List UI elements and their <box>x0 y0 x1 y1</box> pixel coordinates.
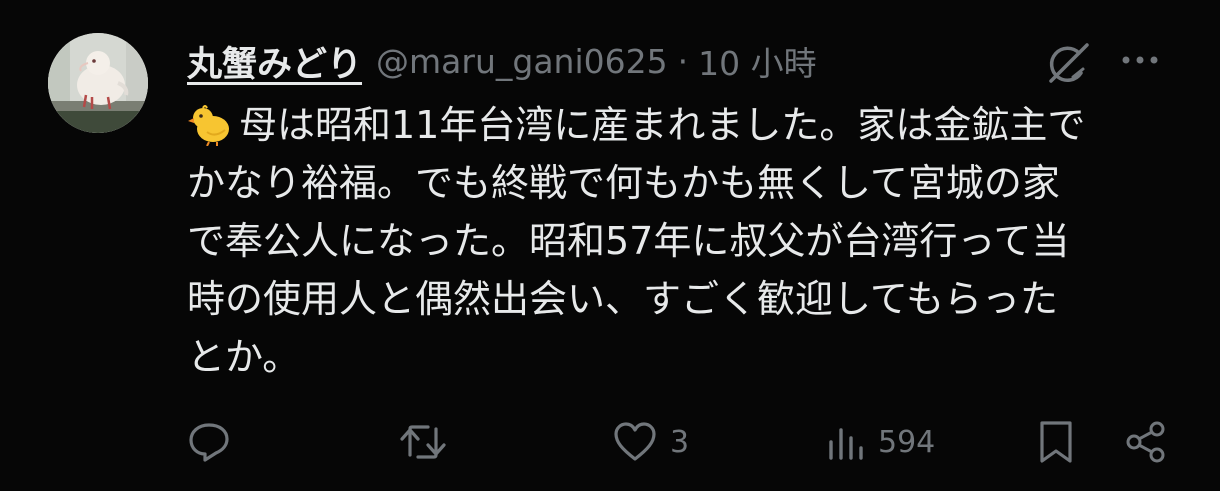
tweet-text-line-4: 時の使用人と偶然出会い、すごく歓迎してもらった <box>187 277 1058 321</box>
tweet-header: 丸蟹みどり @maru_gani0625 · 10 小時 <box>187 34 817 88</box>
chick-emoji-icon <box>188 105 229 146</box>
tweet-text-line-1: 母は昭和11年台湾に産まれました。家は金鉱主で <box>239 103 1086 147</box>
views-icon <box>829 428 863 460</box>
display-name[interactable]: 丸蟹みどり <box>187 36 362 87</box>
repost-icon <box>400 425 446 459</box>
more-dots-icon <box>1122 56 1158 64</box>
tweet-text-line: 母は昭和11年台湾に産まれました。家は金鉱主で <box>187 96 1177 154</box>
tweet-text: 母は昭和11年台湾に産まれました。家は金鉱主で かなり裕福。でも終戦で何もかも無… <box>187 96 1177 386</box>
avatar-bird-image <box>48 33 148 133</box>
user-handle[interactable]: @maru_gani0625 <box>376 42 668 81</box>
like-count: 3 <box>670 424 690 460</box>
timestamp[interactable]: 10 小時 <box>698 37 816 85</box>
repost-button[interactable] <box>398 412 448 472</box>
heart-icon <box>614 422 656 461</box>
tweet-text-line-3: で奉公人になった。昭和57年に叔父が台湾行って当 <box>187 219 1070 263</box>
bookmark-button[interactable] <box>1036 412 1076 472</box>
separator-dot: · <box>677 41 689 81</box>
grok-button[interactable] <box>1042 38 1094 90</box>
share-button[interactable] <box>1124 412 1168 472</box>
share-icon <box>1126 421 1165 463</box>
like-button[interactable]: 3 <box>612 412 689 472</box>
views-button[interactable]: 594 <box>826 412 935 472</box>
more-options-button[interactable] <box>1118 38 1162 82</box>
avatar[interactable] <box>48 33 148 133</box>
tweet[interactable]: 丸蟹みどり @maru_gani0625 · 10 小時 母は昭和11年台湾に産… <box>0 0 1220 491</box>
views-count: 594 <box>878 424 936 460</box>
tweet-text-line-2: かなり裕福。でも終戦で何もかも無くして宮城の家 <box>187 161 1060 205</box>
reply-icon <box>189 423 229 462</box>
grok-icon <box>1049 43 1089 83</box>
tweet-action-bar: 3 594 <box>0 412 1220 472</box>
reply-button[interactable] <box>186 412 232 472</box>
tweet-text-line-5: とか。 <box>187 335 301 379</box>
bookmark-icon <box>1040 421 1072 463</box>
